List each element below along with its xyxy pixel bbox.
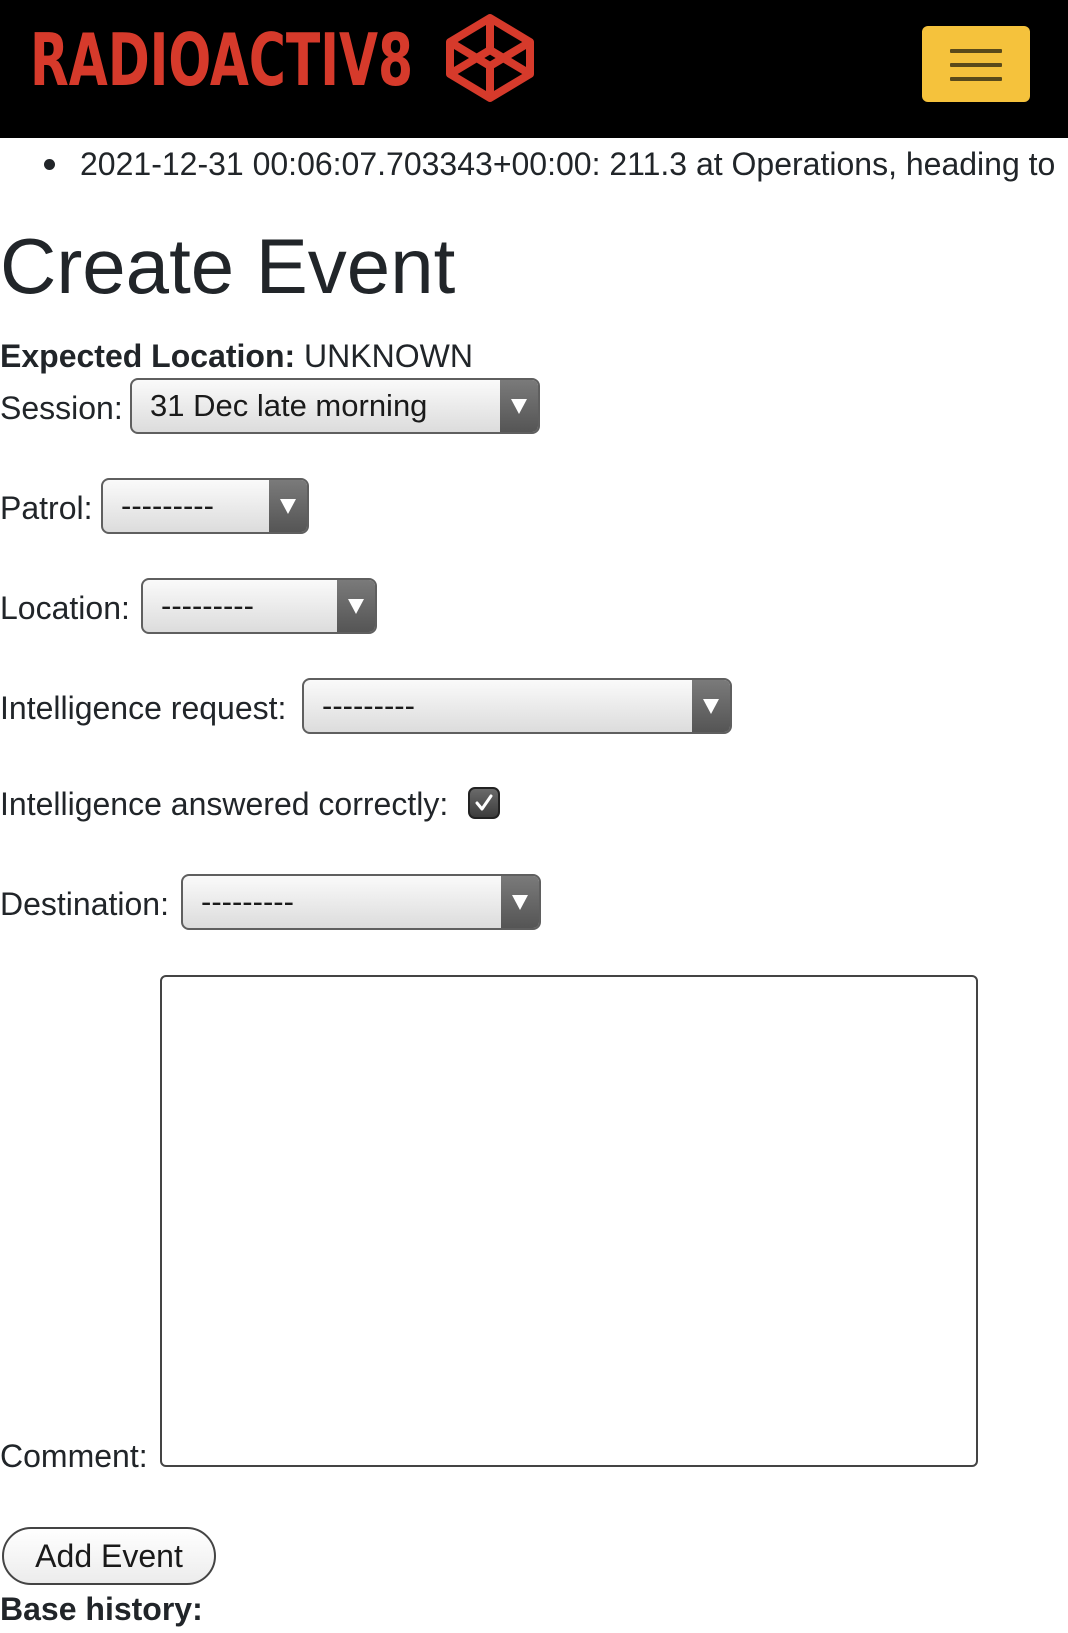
chevron-down-icon: [692, 680, 730, 732]
intelligence-request-label: Intelligence request:: [0, 690, 287, 726]
intelligence-request-select[interactable]: ---------: [302, 678, 732, 734]
location-select[interactable]: ---------: [141, 578, 377, 634]
add-event-button[interactable]: Add Event: [2, 1527, 216, 1585]
session-select[interactable]: 31 Dec late morning: [130, 378, 540, 434]
bullet-icon: [44, 159, 55, 170]
checkmark-icon: [475, 794, 493, 811]
destination-select[interactable]: ---------: [181, 874, 541, 930]
location-label: Location:: [0, 590, 130, 626]
session-select-value: 31 Dec late morning: [150, 388, 428, 423]
chevron-down-icon: [337, 580, 375, 632]
page-title: Create Event: [0, 222, 456, 310]
expected-location-label: Expected Location:: [0, 338, 296, 374]
navbar-toggler-button[interactable]: [922, 26, 1030, 102]
location-select-value: ---------: [161, 588, 254, 623]
history-item-text: 2021-12-31 00:06:07.703343+00:00: 211.3 …: [80, 146, 1056, 182]
cube-logo-icon: [446, 14, 534, 102]
chevron-down-icon: [501, 876, 539, 928]
chevron-down-icon: [500, 380, 538, 432]
comment-label: Comment:: [0, 1438, 148, 1474]
intelligence-request-select-value: ---------: [322, 688, 415, 723]
base-history-heading: Base history:: [0, 1591, 203, 1627]
patrol-select[interactable]: ---------: [101, 478, 309, 534]
navbar: RADIOACTIV8: [0, 0, 1068, 138]
intelligence-answered-label: Intelligence answered correctly:: [0, 786, 449, 822]
destination-select-value: ---------: [201, 884, 294, 919]
patrol-select-value: ---------: [121, 488, 214, 523]
chevron-down-icon: [269, 480, 307, 532]
session-label: Session:: [0, 390, 123, 426]
intelligence-answered-checkbox[interactable]: [468, 787, 500, 819]
patrol-label: Patrol:: [0, 490, 93, 526]
expected-location: Expected Location: UNKNOWN: [0, 334, 473, 378]
comment-textarea[interactable]: [160, 975, 978, 1467]
destination-label: Destination:: [0, 886, 169, 922]
brand-name: RADIOACTIV8: [30, 18, 414, 102]
expected-location-value: UNKNOWN: [304, 338, 473, 374]
